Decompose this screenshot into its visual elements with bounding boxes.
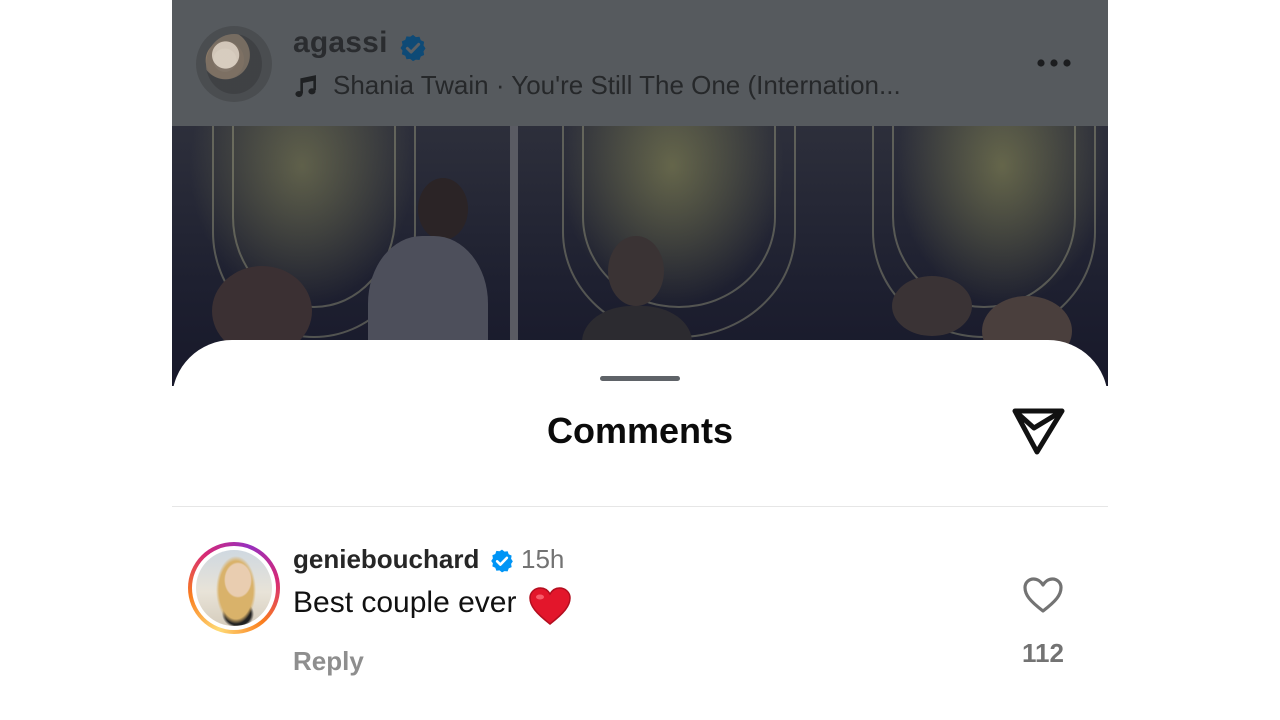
music-note-icon [295,75,316,98]
post-author-username[interactable]: agassi [293,26,388,60]
post-author-avatar[interactable] [196,26,272,102]
verified-badge-icon [400,34,426,62]
heart-outline-icon[interactable] [1022,576,1064,614]
red-heart-emoji-icon [529,587,571,625]
comment-timestamp: 15h [521,544,565,574]
commenter-avatar[interactable] [188,542,280,634]
comments-title: Comments [546,410,734,451]
sheet-divider [172,506,1108,507]
post-music-track[interactable]: Shania Twain · You're Still The One (Int… [333,70,993,101]
comments-sheet: Comments geniebouchard 15h Best couple e… [172,340,1108,720]
more-options-icon[interactable] [1034,56,1074,70]
app-screen: agassi Shania Twain · You're Still The O… [172,0,1108,720]
verified-badge-icon [491,549,513,573]
comment-username[interactable]: geniebouchard [293,544,479,575]
comment-text: Best couple ever [293,586,517,619]
post-header: agassi Shania Twain · You're Still The O… [172,0,1108,126]
sheet-drag-handle[interactable] [600,376,680,381]
reply-button[interactable]: Reply [293,646,364,677]
comment-like-count: 112 [1022,638,1064,668]
send-icon[interactable] [1010,404,1068,458]
